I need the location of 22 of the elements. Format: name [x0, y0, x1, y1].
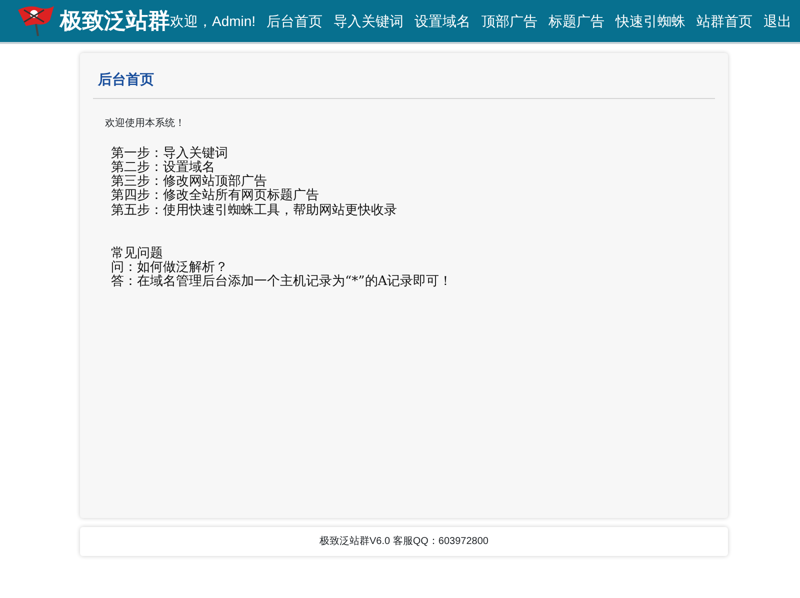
nav-link[interactable]: 设置域名 — [414, 10, 471, 32]
welcome-text: 欢迎使用本系统！ — [105, 116, 186, 131]
panel-title: 后台首页 — [93, 53, 715, 99]
faq-heading: 常见问题 — [111, 246, 163, 261]
step-text: 第五步：使用快速引蜘蛛工具，帮助网站更快收录 — [111, 204, 398, 218]
step-text: 第一步：导入关键词 — [111, 146, 229, 161]
nav-link[interactable]: 标题广告 — [548, 10, 605, 32]
step-text: 第四步：修改全站所有网页标题广告 — [111, 189, 320, 204]
nav-link[interactable]: 快速引蜘蛛 — [616, 10, 686, 32]
faq-text: 答：在域名管理后台添加一个主机记录为“*”的A记录即可！ — [111, 275, 454, 290]
step-text: 第三步：修改网站顶部广告 — [111, 175, 267, 190]
site-logo-text: 极致泛站群 — [60, 10, 170, 32]
step-text: 第二步：设置域名 — [111, 161, 215, 175]
nav-link[interactable]: 顶部广告 — [482, 10, 538, 32]
nav-link[interactable]: 站群首页 — [696, 10, 753, 32]
footer-text: 极致泛站群V6.0 客服QQ：603972800 — [320, 534, 488, 549]
nav-link[interactable]: 导入关键词 — [334, 10, 404, 32]
faq-text: 问：如何做泛解析？ — [111, 261, 228, 276]
welcome-user-text: 欢迎，Admin! — [170, 12, 256, 30]
flag-logo-icon — [16, 4, 56, 38]
nav-link[interactable]: 退出 — [764, 10, 792, 32]
nav-link[interactable]: 后台首页 — [266, 10, 323, 32]
